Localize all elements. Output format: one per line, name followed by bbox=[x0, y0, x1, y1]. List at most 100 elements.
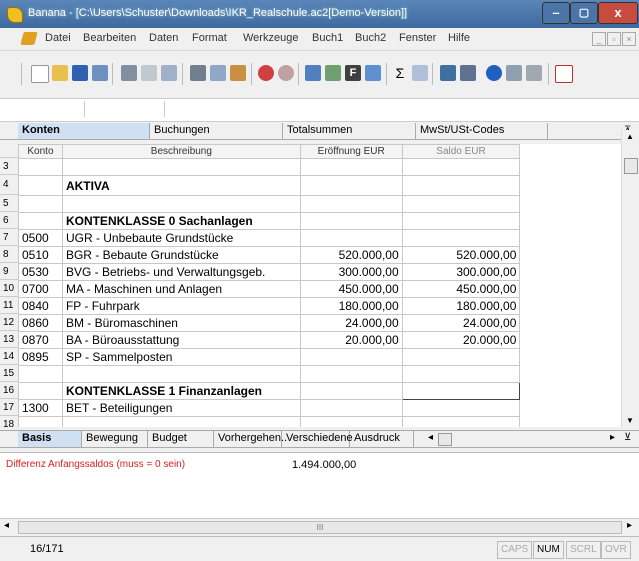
bold-format-icon[interactable]: F bbox=[345, 65, 361, 81]
row-number[interactable]: 8 bbox=[0, 246, 18, 263]
mdi-restore-icon[interactable]: ▫ bbox=[607, 32, 621, 46]
table-icon[interactable] bbox=[365, 65, 381, 81]
menu-datei[interactable]: Datei bbox=[45, 32, 71, 44]
cell-saldo[interactable]: 300.000,00 bbox=[401, 263, 521, 281]
cell-konto[interactable]: 0870 bbox=[18, 331, 63, 349]
cell-saldo[interactable] bbox=[401, 399, 521, 417]
table-row[interactable]: 1300 BET - Beteiligungen bbox=[18, 399, 621, 417]
open-folder-icon[interactable] bbox=[52, 65, 68, 81]
cell-konto[interactable] bbox=[18, 175, 63, 196]
cell-beschreibung[interactable] bbox=[61, 416, 301, 427]
pdf-icon[interactable] bbox=[555, 65, 573, 83]
menu-hilfe[interactable]: Hilfe bbox=[448, 32, 470, 44]
cell-konto[interactable] bbox=[18, 212, 63, 230]
menu-werkzeuge[interactable]: Werkzeuge bbox=[243, 32, 298, 44]
cell-saldo[interactable] bbox=[401, 382, 521, 400]
table-row[interactable] bbox=[18, 195, 621, 213]
cell-eroeffnung[interactable] bbox=[299, 365, 403, 383]
row-number[interactable]: 17 bbox=[0, 399, 18, 416]
redo-icon[interactable] bbox=[278, 65, 294, 81]
cell-beschreibung[interactable]: MA - Maschinen und Anlagen bbox=[61, 280, 301, 298]
menu-daten[interactable]: Daten bbox=[149, 32, 178, 44]
tab-mwst-ust-codes[interactable]: MwSt/USt-Codes bbox=[416, 123, 548, 139]
tab-scroll-right-icon[interactable]: ▸ bbox=[610, 432, 615, 443]
tab-ausdruck[interactable]: Ausdruck bbox=[350, 431, 414, 447]
cell-saldo[interactable]: 24.000,00 bbox=[401, 314, 521, 332]
table-row[interactable]: 0700 MA - Maschinen und Anlagen 450.000,00… bbox=[18, 280, 621, 298]
tab-bewegung[interactable]: Bewegung bbox=[82, 431, 148, 447]
row-number[interactable]: 16 bbox=[0, 382, 18, 399]
cell-beschreibung[interactable]: BET - Beteiligungen bbox=[61, 399, 301, 417]
cell-saldo[interactable] bbox=[401, 175, 521, 196]
cell-eroeffnung[interactable]: 520.000,00 bbox=[299, 246, 403, 264]
minimize-button[interactable]: – bbox=[542, 2, 570, 24]
cell-eroeffnung[interactable]: 450.000,00 bbox=[299, 280, 403, 298]
cell-beschreibung[interactable] bbox=[61, 365, 301, 383]
cell-saldo[interactable] bbox=[401, 212, 521, 230]
row-number[interactable]: 12 bbox=[0, 314, 18, 331]
cell-eroeffnung[interactable]: 24.000,00 bbox=[299, 314, 403, 332]
scroll-up-icon[interactable]: ▲ bbox=[626, 132, 634, 141]
cell-konto[interactable]: 0500 bbox=[18, 229, 63, 247]
accounting-icon[interactable] bbox=[506, 65, 522, 81]
cell-konto[interactable]: 0840 bbox=[18, 297, 63, 315]
column-header-eroeffnung[interactable]: Eröffnung EUR bbox=[299, 144, 403, 159]
cell-eroeffnung[interactable] bbox=[299, 158, 403, 176]
table-row[interactable] bbox=[18, 416, 621, 427]
cell-saldo[interactable] bbox=[401, 195, 521, 213]
number-format-icon[interactable] bbox=[412, 65, 428, 81]
table-row[interactable]: 0870 BA - Büroausstattung 20.000,00 20.000,… bbox=[18, 331, 621, 349]
cell-beschreibung[interactable]: KONTENKLASSE 0 Sachanlagen bbox=[61, 212, 301, 230]
cell-eroeffnung[interactable] bbox=[299, 175, 403, 196]
vertical-scrollbar[interactable]: ▲ ▼ bbox=[621, 130, 639, 427]
cell-beschreibung[interactable]: BGR - Bebaute Grundstücke bbox=[61, 246, 301, 264]
row-number[interactable]: 5 bbox=[0, 195, 18, 212]
cell-konto[interactable] bbox=[18, 365, 63, 383]
mdi-minimize-icon[interactable]: _ bbox=[592, 32, 606, 46]
cell-beschreibung[interactable]: FP - Fuhrpark bbox=[61, 297, 301, 315]
table-row[interactable]: 0510 BGR - Bebaute Grundstücke 520.000,00 5… bbox=[18, 246, 621, 264]
cell-saldo[interactable] bbox=[401, 158, 521, 176]
cell-saldo[interactable]: 20.000,00 bbox=[401, 331, 521, 349]
table-row[interactable]: 0860 BM - Büromaschinen 24.000,00 24.000,00 bbox=[18, 314, 621, 332]
row-number[interactable]: 4 bbox=[0, 175, 18, 195]
cell-konto[interactable]: 0700 bbox=[18, 280, 63, 298]
cell-saldo[interactable] bbox=[401, 229, 521, 247]
cell-konto[interactable]: 0530 bbox=[18, 263, 63, 281]
row-number[interactable]: 10 bbox=[0, 280, 18, 297]
tab-scroll-thumb[interactable] bbox=[438, 433, 452, 446]
cell-eroeffnung[interactable] bbox=[299, 416, 403, 427]
expand-icon[interactable]: ⊻ bbox=[624, 432, 631, 443]
report-icon[interactable] bbox=[526, 65, 542, 81]
tab-vorhergehen[interactable]: Vorhergehen.. bbox=[214, 431, 287, 447]
cell-eroeffnung[interactable] bbox=[299, 212, 403, 230]
print-icon[interactable] bbox=[121, 65, 137, 81]
row-number[interactable]: 7 bbox=[0, 229, 18, 246]
tab-basis[interactable]: Basis bbox=[18, 431, 82, 447]
table-row[interactable]: 0895 SP - Sammelposten bbox=[18, 348, 621, 366]
close-button[interactable]: x bbox=[598, 2, 638, 24]
cell-konto[interactable]: 1300 bbox=[18, 399, 63, 417]
copy-icon[interactable] bbox=[210, 65, 226, 81]
info-icon[interactable] bbox=[486, 65, 502, 81]
row-number[interactable]: 6 bbox=[0, 212, 18, 229]
cell-konto[interactable] bbox=[18, 382, 63, 400]
cell-saldo[interactable] bbox=[401, 365, 521, 383]
cell-saldo[interactable] bbox=[401, 416, 521, 427]
cell-eroeffnung[interactable]: 180.000,00 bbox=[299, 297, 403, 315]
cell-eroeffnung[interactable]: 300.000,00 bbox=[299, 263, 403, 281]
table-row[interactable] bbox=[18, 158, 621, 176]
cell-beschreibung[interactable]: AKTIVA bbox=[61, 175, 301, 196]
hscroll-thumb[interactable]: III bbox=[18, 521, 622, 534]
undo-icon[interactable] bbox=[258, 65, 274, 81]
find-next-icon[interactable] bbox=[460, 65, 476, 81]
hscroll-right-icon[interactable]: ▸ bbox=[627, 520, 632, 531]
hscroll-left-icon[interactable]: ◂ bbox=[4, 520, 9, 531]
cell-eroeffnung[interactable] bbox=[299, 229, 403, 247]
maximize-button[interactable]: ▢ bbox=[570, 2, 598, 24]
cell-beschreibung[interactable]: BVG - Betriebs- und Verwaltungsgeb. bbox=[61, 263, 301, 281]
cell-saldo[interactable]: 450.000,00 bbox=[401, 280, 521, 298]
table-row[interactable]: 0530 BVG - Betriebs- und Verwaltungsgeb. 3… bbox=[18, 263, 621, 281]
column-header-saldo[interactable]: Saldo EUR bbox=[401, 144, 521, 159]
save-icon[interactable] bbox=[72, 65, 88, 81]
